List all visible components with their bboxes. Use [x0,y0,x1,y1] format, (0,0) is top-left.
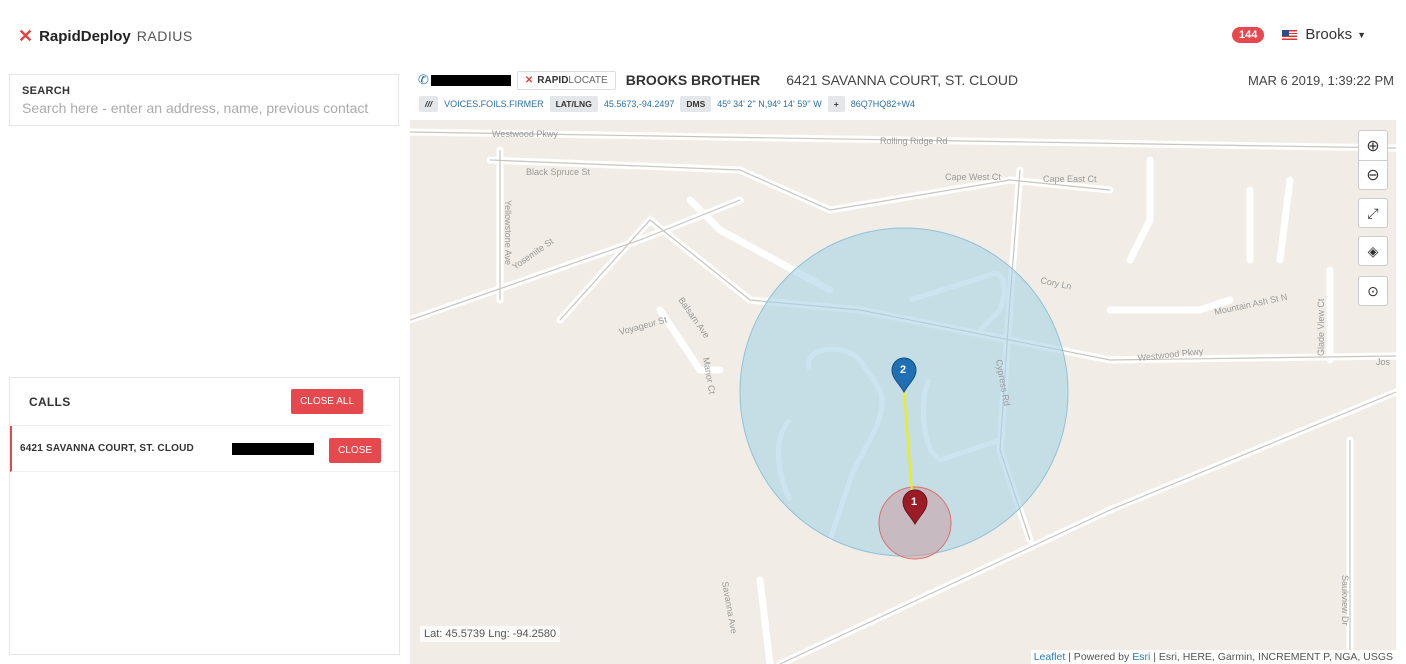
map-canvas[interactable]: Westwood Pkwy Rolling Ridge Rd Black Spr… [410,120,1396,664]
street-label: Manor Ct [701,357,717,396]
redacted-phone [232,443,314,455]
user-name[interactable]: Brooks [1305,26,1352,43]
dms-chip: DMS [680,96,712,112]
caller-name: BROOKS BROTHER [625,72,761,88]
search-panel: SEARCH [9,74,399,126]
w3w-chip: /// [419,96,439,112]
rapidlocate-x-icon: ✕ [524,74,534,86]
rapidlocate-bold: RAPID [537,74,569,86]
rapidlocate-tag[interactable]: ✕ RAPID LOCATE [516,70,616,90]
map-view[interactable]: Westwood Pkwy Rolling Ridge Rd Black Spr… [410,120,1396,664]
incident-header: ✆ ✕ RAPID LOCATE BROOKS BROTHER 6421 SAVA… [410,64,1406,120]
street-label: Yellowstone Ave [503,200,513,265]
latlng-link[interactable]: 45.5673,-94.2497 [604,99,675,109]
street-label: Cape East Ct [1043,174,1097,184]
dms-link[interactable]: 45º 34' 2'' N,94º 14' 59'' W [717,99,821,109]
street-label: Glade View Ct [1316,298,1326,356]
us-flag-icon [1282,29,1298,40]
plus-code-chip: + [827,96,845,112]
call-address: 6421 SAVANNA COURT, ST. CLOUD [20,443,194,454]
fullscreen-icon[interactable]: ⤢ [1358,198,1388,228]
attribution-text: | Esri, HERE, Garmin, INCREMENT P, NGA, … [1150,651,1393,663]
redacted-phone-number [430,74,511,86]
street-label: Black Spruce St [526,167,591,177]
street-label: Cape West Ct [945,172,1001,182]
street-label: Rolling Ridge Rd [880,136,948,146]
close-all-button[interactable]: CLOSE ALL [291,389,363,414]
product-name: RADIUS [136,28,193,44]
top-bar: ✕ RapidDeploy RADIUS 144 Brooks ▼ [0,0,1406,64]
zoom-out-icon[interactable]: ⊖ [1359,160,1387,189]
street-label: Jos [1376,357,1391,367]
pin-1-label: 1 [911,496,918,508]
esri-link[interactable]: Esri [1132,651,1150,663]
brand-name: RapidDeploy [39,27,131,45]
map-attribution: Leaflet | Powered by Esri | Esri, HERE, … [1030,650,1396,664]
rapidlocate-light: LOCATE [568,74,608,86]
notification-badge[interactable]: 144 [1232,26,1265,43]
street-label: Balsam Ave [676,295,711,340]
street-label: Yosemite St [510,236,555,272]
w3w-link[interactable]: VOICES.FOILS.FIRMER [444,99,544,109]
street-label: Savanna Ave [720,581,739,635]
pin-2-label: 2 [900,364,907,376]
layers-icon[interactable]: ◈ [1358,236,1388,266]
location-pin-icon[interactable]: ⊙ [1358,276,1388,306]
zoom-in-icon[interactable]: ⊕ [1359,131,1387,160]
attribution-separator: | Powered by [1065,651,1133,663]
street-label: Voyageur St [618,314,668,336]
latlng-chip: LAT/LNG [549,96,598,112]
call-list-item[interactable]: 6421 SAVANNA COURT, ST. CLOUD CLOSE [10,426,399,472]
incident-datetime: MAR 6 2019, 1:39:22 PM [1248,73,1394,88]
calls-header: CALLS CLOSE ALL [10,378,391,426]
zoom-controls: ⊕ ⊖ [1358,130,1388,190]
plus-code-link[interactable]: 86Q7HQ82+W4 [851,99,915,109]
search-title: SEARCH [22,85,71,97]
street-label: Mountain Ash St N [1213,292,1288,317]
calls-panel: CALLS CLOSE ALL 6421 SAVANNA COURT, ST. … [9,377,400,655]
cursor-coords-readout: Lat: 45.5739 Lng: -94.2580 [420,626,561,642]
street-label: Cory Ln [1040,275,1073,291]
search-input[interactable] [22,100,386,116]
calls-title: CALLS [29,394,71,409]
rapiddeploy-x-icon: ✕ [18,26,34,46]
leaflet-link[interactable]: Leaflet [1034,651,1066,663]
incident-address: 6421 SAVANNA COURT, ST. CLOUD [786,72,1019,88]
street-label: Saukview Dr [1340,575,1350,626]
street-label: Westwood Pkwy [492,129,558,139]
close-call-button[interactable]: CLOSE [329,438,381,463]
phone-icon: ✆ [418,72,429,87]
right-gutter [1396,120,1406,664]
brand-logo[interactable]: ✕ RapidDeploy RADIUS [18,27,193,45]
caret-down-icon[interactable]: ▼ [1357,30,1366,40]
user-menu[interactable]: 144 Brooks ▼ [1232,26,1366,43]
